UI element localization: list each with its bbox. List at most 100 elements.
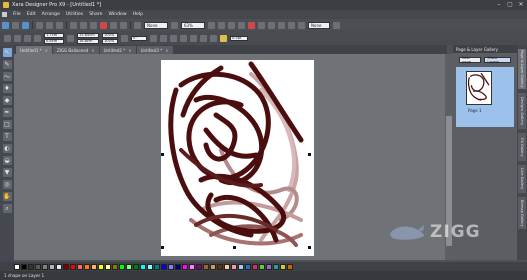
zoom-select[interactable]: 63% — [181, 21, 205, 29]
color-swatch[interactable] — [245, 263, 251, 270]
pan-icon[interactable] — [238, 21, 245, 29]
undo-icon[interactable] — [110, 21, 117, 29]
width-field[interactable]: 15.65cm — [77, 32, 99, 38]
zoom-icon[interactable] — [171, 21, 178, 29]
tab-page-layer-gallery[interactable]: Page & Layer Gallery — [518, 49, 526, 89]
color-swatch[interactable] — [140, 263, 146, 270]
flip-icon[interactable] — [24, 34, 31, 42]
grid-icon[interactable] — [268, 21, 275, 29]
tab-fill-gallery[interactable]: Fill Gallery — [518, 133, 526, 161]
color-swatch[interactable] — [14, 263, 20, 270]
color-swatch[interactable] — [196, 263, 202, 270]
menu-share[interactable]: Share — [89, 12, 102, 17]
color-swatch[interactable] — [224, 263, 230, 270]
fill-tool-icon[interactable]: ◐ — [2, 144, 12, 153]
color-swatch[interactable] — [280, 263, 286, 270]
push-tool-icon[interactable]: ✋ — [2, 192, 12, 201]
page-thumbnail[interactable] — [466, 71, 492, 105]
copy-icon[interactable] — [80, 21, 87, 29]
menu-utilities[interactable]: Utilities — [66, 12, 83, 17]
settings-icon[interactable] — [288, 21, 295, 29]
color-swatch[interactable] — [28, 263, 34, 270]
highlight-icon[interactable] — [220, 34, 227, 42]
height-scale-field[interactable]: 100% — [102, 38, 118, 44]
tab-zigg[interactable]: ZIGG Ballooned × — [53, 46, 99, 54]
show-layers-button[interactable]: Show Layers — [484, 56, 511, 64]
save-icon[interactable] — [22, 21, 29, 29]
tab-bitmap-gallery[interactable]: Bitmap Gallery — [518, 197, 526, 229]
color-swatch[interactable] — [77, 263, 83, 270]
selection-handle[interactable] — [308, 153, 311, 156]
color-swatch[interactable] — [35, 263, 41, 270]
menu-window[interactable]: Window — [108, 12, 126, 17]
color-swatch[interactable] — [217, 263, 223, 270]
color-swatch[interactable] — [168, 263, 174, 270]
group-icon[interactable] — [180, 34, 187, 42]
minimize-icon[interactable]: – — [495, 1, 503, 8]
close-tab-icon[interactable]: × — [45, 48, 48, 53]
selector-tool-icon[interactable]: ↖ — [2, 48, 12, 57]
selection-handle[interactable] — [161, 153, 164, 156]
color-swatch[interactable] — [182, 263, 188, 270]
color-swatch[interactable] — [175, 263, 181, 270]
y-field[interactable]: 0.8cm — [44, 38, 64, 44]
color-swatch[interactable] — [126, 263, 132, 270]
color-swatch[interactable] — [42, 263, 48, 270]
import-icon[interactable] — [36, 21, 43, 29]
view-quality-select[interactable]: None — [308, 21, 330, 29]
magnet-icon[interactable] — [248, 21, 255, 29]
color-swatch[interactable] — [154, 263, 160, 270]
help-icon[interactable] — [333, 21, 340, 29]
cut-icon[interactable] — [70, 21, 77, 29]
color-swatch[interactable] — [203, 263, 209, 270]
brush-tool-icon[interactable]: ♦ — [2, 84, 12, 93]
color-swatch[interactable] — [238, 263, 244, 270]
export-icon[interactable] — [46, 21, 53, 29]
angle-field[interactable]: 0° — [131, 35, 147, 41]
node-tool-icon[interactable]: ✎ — [2, 60, 12, 69]
menu-edit[interactable]: Edit — [27, 12, 36, 17]
zoom-page-icon[interactable] — [208, 21, 215, 29]
pen-tool-icon[interactable]: ✒ — [2, 108, 12, 117]
transparency-tool-icon[interactable]: ◒ — [2, 156, 12, 165]
height-field[interactable]: 16.8cm — [77, 38, 99, 44]
shape-tool-icon[interactable]: □ — [2, 120, 12, 129]
ungroup-icon[interactable] — [190, 34, 197, 42]
color-swatch[interactable] — [84, 263, 90, 270]
color-swatch[interactable] — [91, 263, 97, 270]
color-swatch[interactable] — [105, 263, 111, 270]
color-swatch[interactable] — [273, 263, 279, 270]
position-icon[interactable] — [34, 34, 41, 42]
color-swatch[interactable] — [147, 263, 153, 270]
send-back-icon[interactable] — [160, 34, 167, 42]
freehand-tool-icon[interactable]: 〜 — [2, 72, 12, 81]
close-icon[interactable]: ✕ — [517, 1, 525, 8]
close-tab-icon[interactable]: × — [128, 48, 131, 53]
new-document-icon[interactable] — [2, 21, 9, 29]
line-width-field[interactable]: 0.5pt — [230, 35, 248, 41]
tab-untitled3[interactable]: Untitled3 * × — [136, 46, 173, 54]
selection-handle[interactable] — [233, 246, 236, 249]
color-swatch[interactable] — [49, 263, 55, 270]
menu-arrange[interactable]: Arrange — [42, 12, 60, 17]
link-icon[interactable] — [278, 21, 285, 29]
color-swatch[interactable] — [231, 263, 237, 270]
snap-icon[interactable] — [134, 21, 141, 29]
preview-icon[interactable] — [298, 21, 305, 29]
color-swatch[interactable] — [70, 263, 76, 270]
tab-untitled2[interactable]: Untitled2 * × — [99, 46, 136, 54]
close-tab-icon[interactable]: × — [165, 48, 168, 53]
contour-tool-icon[interactable]: ◎ — [2, 180, 12, 189]
close-tab-icon[interactable]: × — [91, 48, 94, 53]
lock-icon[interactable] — [210, 34, 217, 42]
selection-handle[interactable] — [308, 246, 311, 249]
previous-zoom-icon[interactable] — [228, 21, 235, 29]
rotate-icon[interactable] — [14, 34, 21, 42]
color-swatch[interactable] — [161, 263, 167, 270]
shadow-tool-icon[interactable]: ▼ — [2, 168, 12, 177]
color-swatch[interactable] — [133, 263, 139, 270]
new-page-button[interactable]: New page — [459, 56, 482, 64]
freehand-drawing[interactable] — [161, 60, 314, 256]
color-swatch[interactable] — [210, 263, 216, 270]
redo-icon[interactable] — [120, 21, 127, 29]
